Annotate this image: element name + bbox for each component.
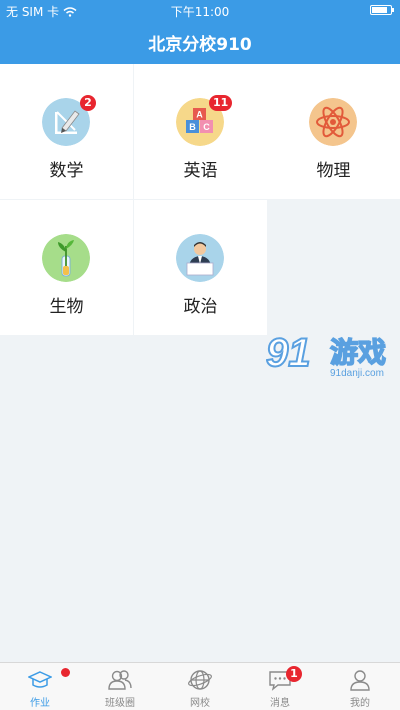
tab-profile[interactable]: 我的 xyxy=(320,663,400,710)
speaker-podium-icon xyxy=(176,234,224,282)
battery-icon xyxy=(370,5,394,15)
app-header: 无 SIM 卡 下午11:00 北京分校910 xyxy=(0,0,400,64)
svg-text:91danji.com: 91danji.com xyxy=(330,368,384,379)
status-bar: 无 SIM 卡 下午11:00 xyxy=(0,0,400,20)
subject-label-politics: 政治 xyxy=(183,297,218,317)
svg-text:C: C xyxy=(203,122,210,132)
subject-tile-physics[interactable]: 物理 xyxy=(267,64,400,199)
tab-label-profile: 我的 xyxy=(350,698,370,709)
tab-label-online-school: 网校 xyxy=(190,698,210,709)
subject-tile-politics[interactable]: 政治 xyxy=(134,200,267,335)
tab-label-homework: 作业 xyxy=(30,698,50,709)
person-icon xyxy=(350,670,370,691)
battery-level xyxy=(372,7,387,13)
watermark-logo: 91 游戏 91danji.com xyxy=(266,330,387,379)
subject-label-english: 英语 xyxy=(183,161,218,181)
tab-label-class-circle: 班级圈 xyxy=(105,698,135,709)
subject-label-math: 数学 xyxy=(49,161,84,181)
subject-tile-english[interactable]: A B C 11 英语 xyxy=(134,64,267,199)
page-title: 北京分校910 xyxy=(148,35,252,55)
subject-label-physics: 物理 xyxy=(316,161,351,181)
tab-messages[interactable]: 1 消息 xyxy=(240,663,320,710)
svg-text:A: A xyxy=(196,110,203,120)
svg-text:游戏: 游戏 xyxy=(330,336,386,369)
messages-badge: 1 xyxy=(286,666,302,682)
english-badge: 11 xyxy=(209,95,233,111)
atom-icon xyxy=(309,98,357,146)
globe-icon xyxy=(188,670,212,690)
subject-grid: 2 数学 A B C 11 英语 物理 生物 政治 xyxy=(0,64,400,336)
subject-tile-math[interactable]: 2 数学 xyxy=(0,64,133,199)
tab-class-circle[interactable]: 班级圈 xyxy=(80,663,160,710)
status-time: 下午11:00 xyxy=(170,5,230,19)
subject-label-biology: 生物 xyxy=(49,297,84,317)
math-badge: 2 xyxy=(80,95,96,111)
svg-text:91: 91 xyxy=(266,331,311,375)
tab-label-messages: 消息 xyxy=(270,698,290,709)
people-icon xyxy=(108,670,132,690)
tab-online-school[interactable]: 网校 xyxy=(160,663,240,710)
tab-homework[interactable]: 作业 xyxy=(0,663,80,710)
subject-tile-biology[interactable]: 生物 xyxy=(0,200,133,335)
graduation-cap-icon xyxy=(28,671,52,688)
plant-icon xyxy=(42,234,90,282)
svg-text:B: B xyxy=(189,122,196,132)
bottom-tab-bar: 作业 班级圈 网校 1 消息 我的 xyxy=(0,662,400,710)
homework-dot-badge xyxy=(61,668,70,677)
